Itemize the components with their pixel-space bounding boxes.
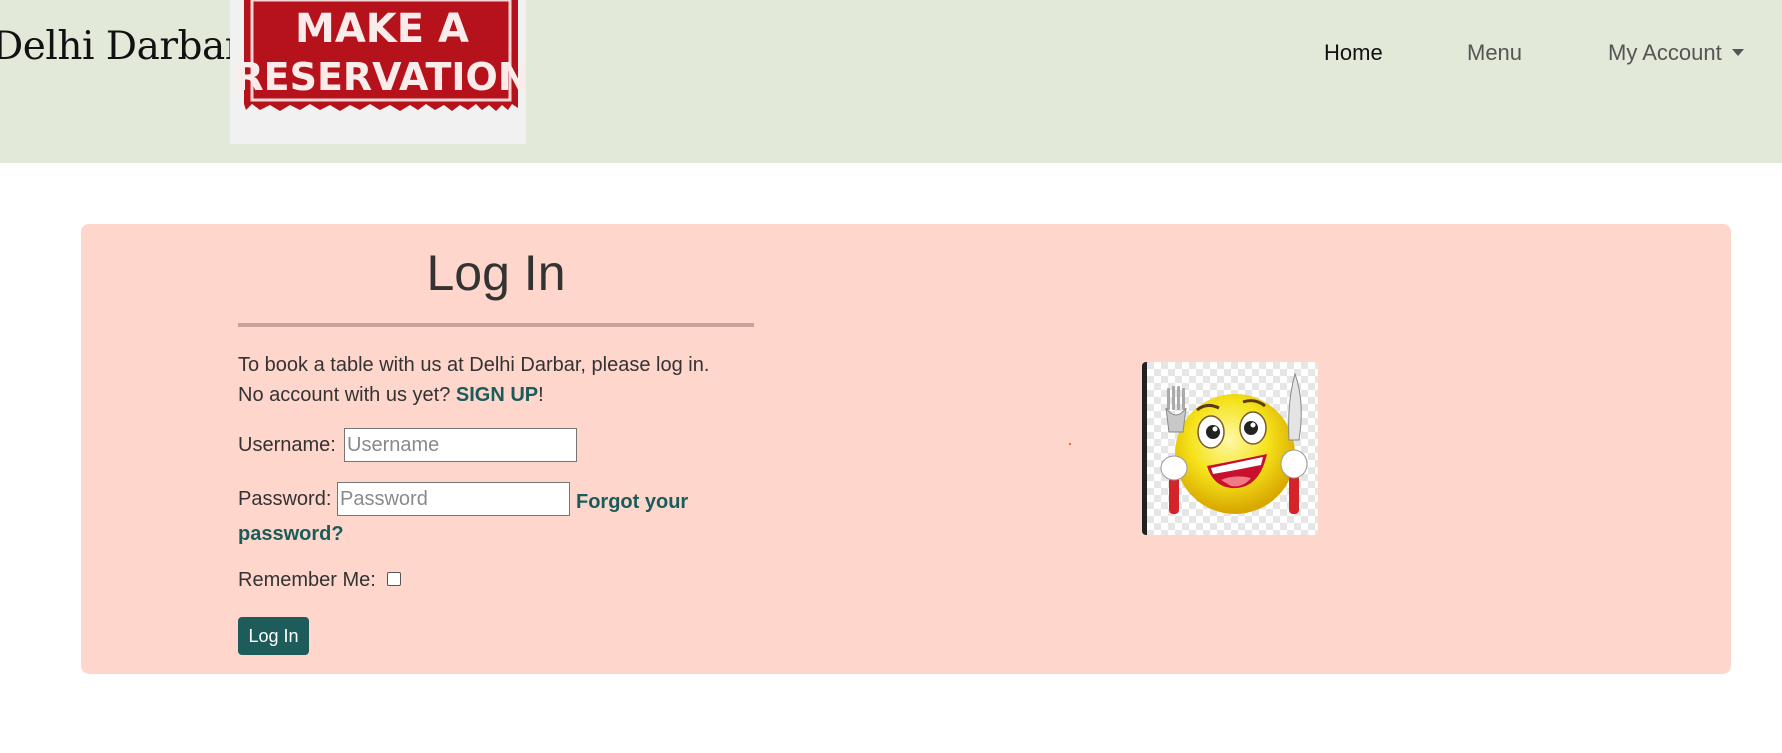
make-reservation-banner[interactable]: MAKE A RESERVATION xyxy=(230,0,526,144)
title-divider xyxy=(238,323,754,327)
intro-suffix: ! xyxy=(538,384,544,406)
login-submit-button[interactable]: Log In xyxy=(238,617,309,655)
remember-me-label: Remember Me: xyxy=(238,569,376,591)
username-input[interactable] xyxy=(344,428,577,462)
hungry-emoji-with-fork-and-knife-icon xyxy=(1147,362,1318,535)
intro-prefix: No account with us yet? xyxy=(238,384,456,406)
decorative-dot xyxy=(1069,443,1071,445)
hungry-emoji-image xyxy=(1142,362,1318,535)
brand-name[interactable]: Delhi Darbar xyxy=(0,24,243,69)
intro-line-2: No account with us yet? SIGN UP! xyxy=(238,380,709,410)
remember-me-checkbox[interactable] xyxy=(387,572,401,586)
forgot-password-link[interactable]: Forgot your password? xyxy=(238,486,738,550)
username-label: Username: xyxy=(238,434,336,456)
caret-down-icon xyxy=(1731,48,1744,56)
page-title: Log In xyxy=(426,245,566,301)
nav-my-account-label: My Account xyxy=(1608,40,1722,65)
nav-menu-link[interactable]: Menu xyxy=(1467,40,1522,66)
banner-line2: RESERVATION xyxy=(234,55,526,99)
banner-line1: MAKE A xyxy=(295,6,469,52)
signup-link[interactable]: SIGN UP xyxy=(456,384,538,406)
reservation-stamp-icon: MAKE A RESERVATION xyxy=(230,0,526,144)
navbar: Delhi Darbar MAKE A RESERVATION Home Men… xyxy=(0,0,1782,163)
nav-home-link[interactable]: Home xyxy=(1324,40,1383,66)
intro-line-1: To book a table with us at Delhi Darbar,… xyxy=(238,354,710,376)
nav-my-account-dropdown[interactable]: My Account xyxy=(1608,40,1744,66)
login-intro: To book a table with us at Delhi Darbar,… xyxy=(238,350,709,410)
